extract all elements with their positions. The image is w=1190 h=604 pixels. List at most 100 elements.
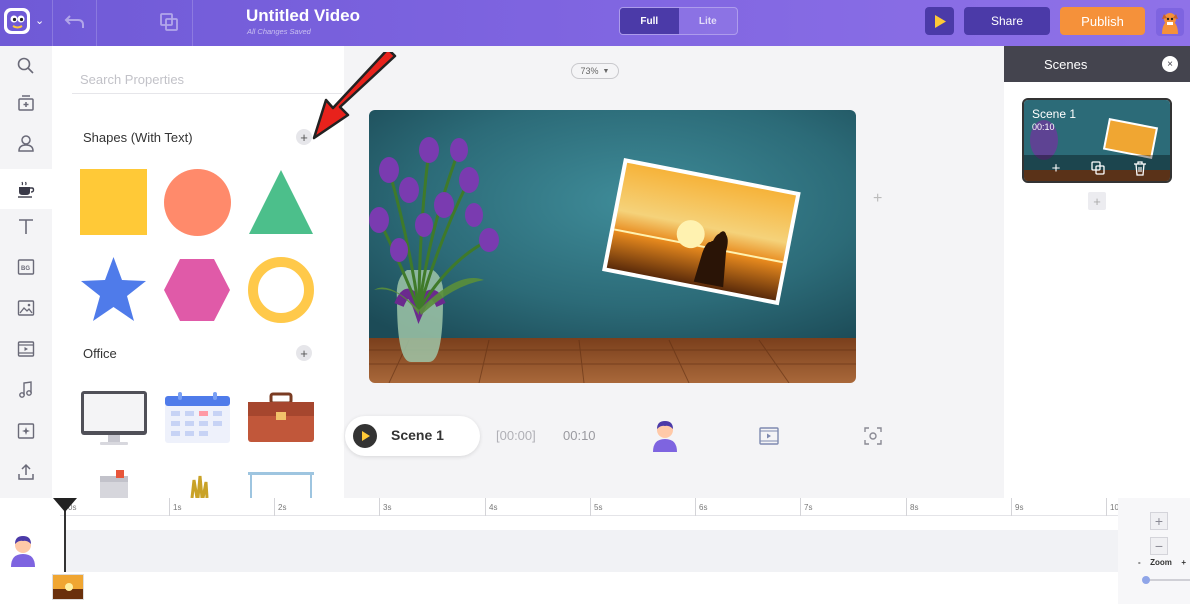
video-title[interactable]: Untitled Video xyxy=(246,6,360,26)
scenes-panel: Scenes × Scene 1 00:10 + + xyxy=(1004,46,1190,498)
add-element-button[interactable]: + xyxy=(873,190,882,208)
timeline-scene-thumbnail[interactable] xyxy=(52,574,84,600)
video-icon[interactable] xyxy=(759,427,779,445)
zoom-in-button[interactable]: + xyxy=(1150,512,1168,530)
shape-star[interactable] xyxy=(80,256,147,323)
rail-video[interactable] xyxy=(0,329,52,369)
zoom-text: Zoom xyxy=(1150,558,1172,567)
thumbnail-image xyxy=(53,575,83,599)
rail-background[interactable]: BG xyxy=(0,247,52,287)
rail-characters[interactable] xyxy=(0,123,52,163)
playhead-handle[interactable] xyxy=(53,498,77,512)
tick-label: 8s xyxy=(910,503,919,512)
shape-triangle[interactable] xyxy=(247,168,315,236)
office-desk[interactable] xyxy=(247,470,315,498)
zoom-slider-handle[interactable] xyxy=(1142,576,1150,584)
scene-play-button[interactable] xyxy=(353,424,377,448)
app-logo-icon[interactable] xyxy=(2,5,32,37)
section-title-shapes: Shapes (With Text) xyxy=(83,130,193,145)
user-avatar[interactable] xyxy=(1156,8,1184,36)
section-title-office: Office xyxy=(83,346,117,361)
scene-card[interactable]: Scene 1 00:10 + xyxy=(1022,98,1172,183)
focus-icon[interactable] xyxy=(864,427,882,445)
publish-button[interactable]: Publish xyxy=(1060,7,1145,35)
rail-upload[interactable] xyxy=(0,452,52,492)
office-monitor[interactable] xyxy=(80,389,148,447)
rail-images[interactable] xyxy=(0,288,52,328)
left-rail: BG xyxy=(0,46,52,498)
character-icon[interactable] xyxy=(9,535,37,567)
play-icon xyxy=(934,14,946,28)
ruler-tick: 10s xyxy=(1106,498,1123,516)
top-bar: ⌄ Untitled Video All Changes Saved Full … xyxy=(0,0,1190,46)
coffee-cup-icon xyxy=(18,181,35,198)
office-plant[interactable] xyxy=(188,474,210,498)
scene-card-duration: 00:10 xyxy=(1032,122,1055,132)
ruler-tick: 3s xyxy=(379,498,391,516)
ruler-tick: 9s xyxy=(1011,498,1023,516)
timeline-track[interactable] xyxy=(64,530,1118,572)
shape-ring[interactable] xyxy=(247,256,315,324)
zoom-out-button[interactable]: − xyxy=(1150,537,1168,555)
mode-lite-button[interactable]: Lite xyxy=(678,8,737,34)
effects-icon xyxy=(17,423,35,439)
add-office-button[interactable]: + xyxy=(296,345,312,361)
scene-duration: 00:10 xyxy=(563,428,596,443)
rail-properties[interactable] xyxy=(0,169,52,209)
zoom-label: - Zoom + xyxy=(1138,558,1186,567)
ruler-tick: 5s xyxy=(590,498,602,516)
media-add-icon xyxy=(18,95,34,111)
office-box[interactable] xyxy=(98,470,130,498)
zoom-slider-track[interactable] xyxy=(1146,579,1190,581)
shape-hexagon[interactable] xyxy=(163,258,231,322)
current-time: [00:00] xyxy=(496,428,536,443)
shape-circle[interactable] xyxy=(164,169,231,236)
add-scene-button[interactable]: + xyxy=(1088,192,1106,210)
text-icon xyxy=(19,219,33,234)
music-icon xyxy=(19,381,32,398)
shape-square[interactable] xyxy=(80,169,147,235)
share-button[interactable]: Share xyxy=(964,7,1050,35)
background-icon: BG xyxy=(17,259,35,275)
svg-text:BG: BG xyxy=(21,266,30,272)
scene-card-toolbar: + xyxy=(1024,155,1170,181)
trash-icon[interactable] xyxy=(1132,160,1148,176)
canvas-zoom-select[interactable]: 73% ▼ xyxy=(571,63,619,79)
duplicate-icon[interactable] xyxy=(1090,160,1106,176)
ruler-tick: 1s xyxy=(169,498,181,516)
ruler-tick: 2s xyxy=(274,498,286,516)
character-icon[interactable] xyxy=(651,420,679,452)
ruler-tick: 8s xyxy=(906,498,918,516)
rail-effects[interactable] xyxy=(0,411,52,451)
character-icon xyxy=(18,135,34,152)
video-icon xyxy=(17,341,35,357)
divider xyxy=(192,0,193,46)
save-status: All Changes Saved xyxy=(247,27,311,36)
timeline-ruler: 0s 1s 2s 3s 4s 5s 6s 7s 8s 9s 10s xyxy=(60,498,1123,516)
office-briefcase[interactable] xyxy=(247,392,315,444)
preview-play-button[interactable] xyxy=(925,7,954,35)
office-calendar[interactable] xyxy=(164,392,231,444)
rail-text[interactable] xyxy=(0,206,52,246)
close-scenes-button[interactable]: × xyxy=(1162,56,1178,72)
scene-player: Scene 1 xyxy=(345,416,480,456)
tick-label: 1s xyxy=(173,503,182,512)
zoom-value: 73% xyxy=(580,66,599,76)
tick-label: 3s xyxy=(383,503,392,512)
undo-icon[interactable] xyxy=(62,10,88,34)
rail-music[interactable] xyxy=(0,370,52,410)
mode-full-button[interactable]: Full xyxy=(620,8,679,34)
plus-icon[interactable]: + xyxy=(1048,160,1064,177)
tick-label: 9s xyxy=(1015,503,1024,512)
scenes-header: Scenes × xyxy=(1004,46,1190,82)
divider xyxy=(52,0,53,46)
ruler-tick: 6s xyxy=(695,498,707,516)
rail-media[interactable] xyxy=(0,83,52,123)
ruler-tick: 7s xyxy=(800,498,812,516)
chevron-down-icon[interactable]: ⌄ xyxy=(35,14,44,27)
stage-canvas[interactable] xyxy=(369,110,856,383)
rail-search[interactable] xyxy=(0,46,52,86)
scenes-title: Scenes xyxy=(1044,57,1088,72)
upload-icon xyxy=(18,463,34,480)
duplicate-icon[interactable] xyxy=(156,10,182,34)
